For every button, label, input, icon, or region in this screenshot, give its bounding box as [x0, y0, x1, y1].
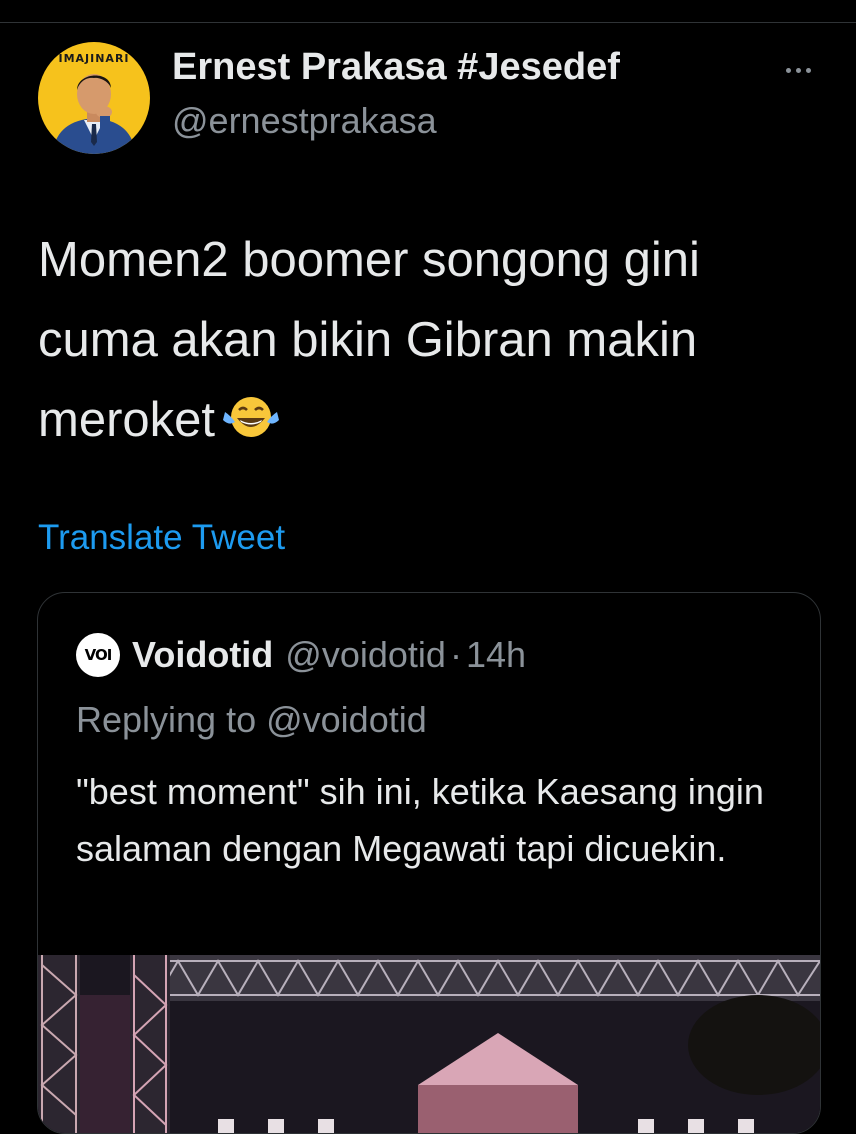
author-display-name[interactable]: Ernest Prakasa #Jesedef — [172, 46, 620, 89]
quoted-avatar-text: VOI — [84, 646, 113, 664]
face-with-tears-of-joy-icon — [223, 397, 280, 437]
translate-tweet-link[interactable]: Translate Tweet — [38, 518, 285, 558]
quoted-tweet-header: VOI Voidotid @voidotid · 14h — [76, 633, 526, 677]
quoted-author-avatar: VOI — [76, 633, 120, 677]
dot-icon — [795, 67, 801, 73]
author-avatar[interactable]: IMAJINARI — [38, 42, 150, 154]
quoted-tweet-text: "best moment" sih ini, ketika Kaesang in… — [76, 771, 764, 869]
author-handle[interactable]: @ernestprakasa — [172, 100, 437, 142]
quoted-tweet-card[interactable]: VOI Voidotid @voidotid · 14h Replying to… — [37, 592, 821, 1134]
dot-icon — [805, 67, 811, 73]
quoted-author-handle: @voidotid — [285, 634, 446, 675]
quoted-tweet-media[interactable] — [38, 955, 820, 1133]
quoted-author-name: Voidotid — [132, 634, 274, 675]
tweet-text: Momen2 boomer songong gini cuma akan bik… — [38, 233, 700, 447]
separator-dot: · — [449, 634, 462, 675]
stage-photo-image — [38, 955, 820, 1133]
top-divider — [0, 22, 856, 23]
more-options-button[interactable] — [772, 52, 824, 88]
dot-icon — [785, 67, 791, 73]
quoted-tweet-time: 14h — [465, 634, 527, 675]
replying-to-label: Replying to @voidotid — [76, 699, 427, 740]
tweet-body: Momen2 boomer songong gini cuma akan bik… — [38, 220, 828, 460]
avatar-logo-text: IMAJINARI — [58, 52, 130, 65]
